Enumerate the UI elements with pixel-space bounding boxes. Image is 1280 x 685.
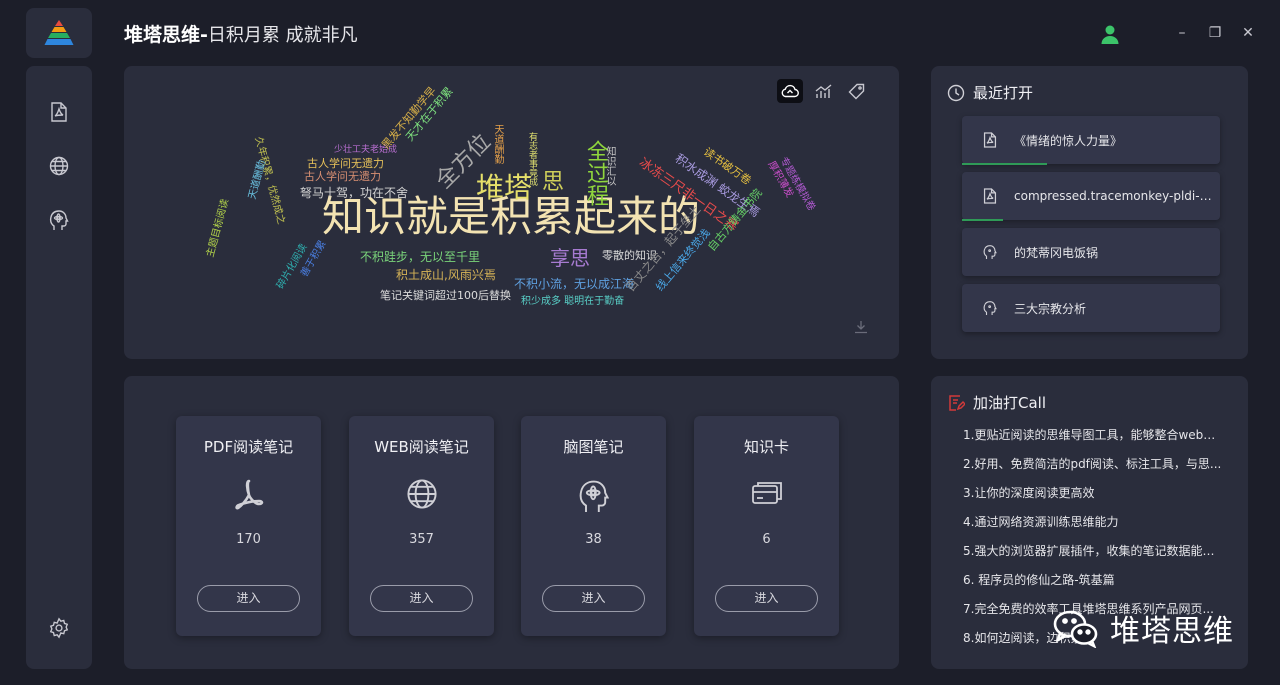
acrobat-icon bbox=[234, 479, 263, 510]
brain-head-icon bbox=[579, 480, 609, 512]
pdf-file-icon bbox=[51, 102, 67, 122]
clock-icon bbox=[947, 84, 965, 101]
close-button[interactable]: ✕ bbox=[1239, 24, 1257, 42]
enter-button[interactable]: 进入 bbox=[715, 585, 818, 612]
watermark-text: 堆塔思维 bbox=[1110, 614, 1234, 649]
gear-icon bbox=[49, 617, 69, 639]
wechat-icon bbox=[1053, 610, 1098, 648]
card-icon bbox=[751, 482, 782, 504]
user-avatar-button[interactable] bbox=[1100, 24, 1120, 48]
tip-item[interactable]: 2.好用、免费简洁的pdf阅读、标注工具，与思... bbox=[963, 455, 1225, 472]
app-logo bbox=[26, 8, 92, 58]
cloud-word: 有志者事竟成 bbox=[527, 132, 537, 186]
user-icon bbox=[1101, 25, 1119, 44]
recent-item-label: 三大宗教分析 bbox=[1014, 301, 1087, 316]
pyramid-logo-icon bbox=[44, 20, 74, 45]
cloud-word: 积少成多 聪明在于勤奋 bbox=[521, 296, 625, 307]
module-card-knowledge: 知识卡 6 进入 bbox=[694, 416, 839, 636]
tips-title: 加油打Call bbox=[973, 394, 1047, 412]
card-title: 知识卡 bbox=[743, 438, 789, 456]
recent-item-label: 的梵蒂冈电饭锅 bbox=[1014, 245, 1099, 260]
card-title: PDF阅读笔记 bbox=[203, 438, 294, 456]
module-card-web: WEB阅读笔记 357 进入 bbox=[349, 416, 494, 636]
cloud-word: 笔记关键词超过100后替换 bbox=[380, 289, 511, 302]
cloud-word: 弩马十驾，功在不舍 bbox=[300, 186, 409, 200]
card-count: 170 bbox=[236, 532, 261, 547]
edit-note-icon bbox=[949, 394, 965, 411]
modules-panel: PDF阅读笔记 170 进入 WEB阅读笔记 357 进入 脑图笔记 38 进入 bbox=[124, 376, 899, 669]
recent-item[interactable]: compressed.tracemonkey-pldi-09 bbox=[962, 172, 1220, 221]
word-cloud-panel: 知识就是积累起来的 堆塔 全过程 全方位 思 享思 零散的知识 不积跬步，无以至… bbox=[124, 66, 899, 359]
recent-item[interactable]: 的梵蒂冈电饭锅 bbox=[962, 228, 1220, 276]
chart-icon bbox=[815, 84, 832, 98]
wechat-watermark: 堆塔思维 bbox=[1052, 606, 1234, 650]
recent-item[interactable]: 三大宗教分析 bbox=[962, 284, 1220, 332]
cloud-word: 积土成山,风雨兴焉 bbox=[396, 268, 496, 282]
cloud-word: 天道酬勤 bbox=[492, 124, 503, 164]
tip-item[interactable]: 4.通过网络资源训练思维能力 bbox=[963, 513, 1225, 530]
maximize-button[interactable]: ❐ bbox=[1206, 24, 1224, 42]
sidebar-item-web[interactable] bbox=[47, 154, 71, 178]
cloud-word: 不积跬步，无以至千里 bbox=[360, 250, 481, 264]
word-cloud: 知识就是积累起来的 堆塔 全过程 全方位 思 享思 零散的知识 不积跬步，无以至… bbox=[184, 84, 844, 346]
cloud-word: 堆塔 bbox=[476, 171, 533, 204]
cloud-word: 古人学问无遗力 bbox=[304, 170, 381, 183]
tag-view-button[interactable] bbox=[843, 79, 869, 103]
brain-head-icon bbox=[983, 245, 997, 259]
sidebar bbox=[26, 66, 92, 669]
cloud-word: 主题目标阅读 bbox=[205, 197, 232, 259]
enter-button[interactable]: 进入 bbox=[197, 585, 300, 612]
app-slogan: 日积月累 成就非凡 bbox=[207, 25, 358, 46]
app-title: 堆塔思维-日积月累 成就非凡 bbox=[124, 20, 358, 47]
brain-head-icon bbox=[983, 301, 997, 315]
pdf-file-icon bbox=[983, 132, 997, 148]
reading-progress-bar bbox=[962, 163, 1048, 165]
cloud-word: 古人学问无遗力 bbox=[307, 157, 384, 170]
enter-button[interactable]: 进入 bbox=[370, 585, 473, 612]
cloud-word: 全过程 bbox=[583, 140, 608, 206]
enter-button[interactable]: 进入 bbox=[542, 585, 645, 612]
card-title: 脑图笔记 bbox=[563, 438, 624, 456]
brain-head-icon bbox=[49, 210, 69, 230]
globe-icon bbox=[406, 479, 437, 509]
download-icon bbox=[855, 321, 867, 334]
recent-item-label: 《情绪的惊人力量》 bbox=[1014, 133, 1123, 148]
tip-item[interactable]: 6. 程序员的修仙之路-筑基篇 bbox=[963, 571, 1225, 588]
chart-view-button[interactable] bbox=[811, 79, 837, 103]
globe-icon bbox=[49, 156, 69, 176]
sidebar-item-pdf[interactable] bbox=[47, 100, 71, 124]
sidebar-item-mindmap[interactable] bbox=[47, 208, 71, 232]
app-brand: 堆塔思维- bbox=[124, 24, 208, 46]
cloud-icon bbox=[781, 84, 799, 98]
minimize-button[interactable]: – bbox=[1173, 24, 1191, 42]
recent-item-label: compressed.tracemonkey-pldi-09 bbox=[1014, 189, 1214, 203]
recent-panel: 最近打开 《情绪的惊人力量》 compressed.tracemonkey-pl… bbox=[931, 66, 1248, 359]
recent-title: 最近打开 bbox=[973, 84, 1034, 102]
cloud-word: 不积小流，无以成江海 bbox=[514, 277, 635, 291]
cloud-word: 享思 bbox=[550, 246, 590, 270]
download-button[interactable] bbox=[854, 319, 868, 338]
card-count: 6 bbox=[762, 532, 771, 547]
settings-button[interactable] bbox=[47, 616, 71, 640]
card-count: 38 bbox=[585, 532, 602, 547]
reading-progress-bar bbox=[962, 219, 1004, 221]
pdf-file-icon bbox=[983, 188, 997, 204]
tag-icon bbox=[848, 83, 864, 99]
cloud-word: 知识汇以 bbox=[604, 146, 615, 186]
tip-item[interactable]: 5.强大的浏览器扩展插件，收集的笔记数据能够... bbox=[963, 542, 1225, 559]
card-count: 357 bbox=[409, 532, 434, 547]
card-title: WEB阅读笔记 bbox=[374, 438, 469, 456]
recent-item[interactable]: 《情绪的惊人力量》 bbox=[962, 116, 1220, 165]
cloud-word: 思 bbox=[542, 170, 565, 195]
tip-item[interactable]: 1.更贴近阅读的思维导图工具，能够整合web标... bbox=[963, 426, 1225, 443]
tip-item[interactable]: 3.让你的深度阅读更高效 bbox=[963, 484, 1225, 501]
module-card-pdf: PDF阅读笔记 170 进入 bbox=[176, 416, 321, 636]
module-card-mindmap: 脑图笔记 38 进入 bbox=[521, 416, 666, 636]
cloud-view-button[interactable] bbox=[777, 79, 803, 103]
